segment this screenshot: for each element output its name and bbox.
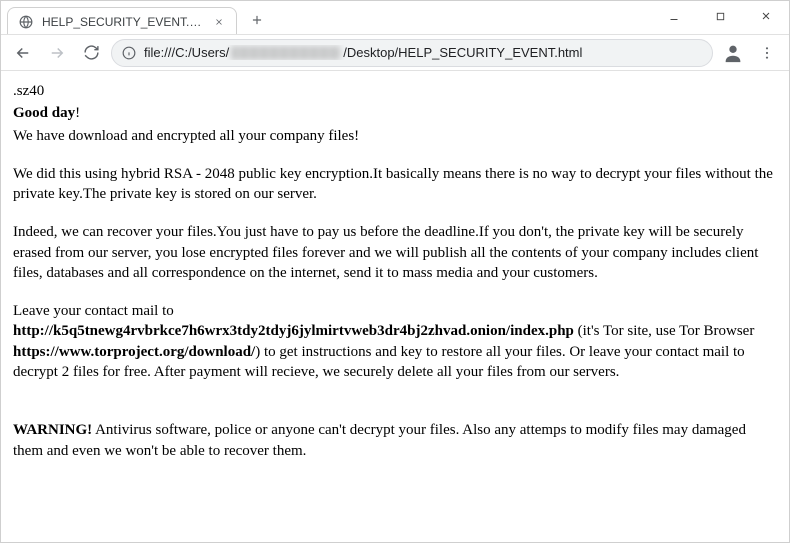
tab-title: HELP_SECURITY_EVENT.html (42, 15, 204, 29)
maximize-button[interactable] (697, 1, 743, 31)
contact-mid1: (it's Tor site, use Tor Browser (574, 323, 754, 339)
kebab-menu-icon[interactable] (753, 39, 781, 67)
greeting-excl: ! (75, 105, 80, 121)
greeting-bold: Good day (13, 105, 75, 121)
warning-paragraph: WARNING! Antivirus software, police or a… (13, 420, 777, 461)
window-controls (651, 1, 789, 34)
contact-lead: Leave your contact mail to (13, 301, 777, 321)
torproject-url: https://www.torproject.org/download/ (13, 344, 255, 360)
minimize-button[interactable] (651, 1, 697, 31)
contact-paragraph: http://k5q5tnewg4rvbrkce7h6wrx3tdy2tdyj6… (13, 321, 777, 382)
url-text: file:///C:/Users/ /Desktop/HELP_SECURITY… (144, 45, 702, 60)
browser-tab[interactable]: HELP_SECURITY_EVENT.html (7, 7, 237, 34)
warning-text: Antivirus software, police or anyone can… (13, 422, 746, 458)
url-suffix: /Desktop/HELP_SECURITY_EVENT.html (343, 45, 582, 60)
ext-line: .sz40 (13, 81, 777, 101)
info-icon[interactable] (122, 46, 136, 60)
browser-toolbar: file:///C:/Users/ /Desktop/HELP_SECURITY… (1, 35, 789, 71)
address-bar[interactable]: file:///C:/Users/ /Desktop/HELP_SECURITY… (111, 39, 713, 67)
close-tab-icon[interactable] (212, 15, 226, 29)
page-content: .sz40 Good day! We have download and enc… (1, 71, 789, 544)
rsa-paragraph: We did this using hybrid RSA - 2048 publ… (13, 164, 777, 205)
encrypted-line: We have download and encrypted all your … (13, 126, 777, 146)
profile-avatar[interactable] (719, 39, 747, 67)
url-prefix: file:///C:/Users/ (144, 45, 229, 60)
globe-icon (18, 14, 34, 30)
warning-label: WARNING! (13, 422, 92, 438)
window-titlebar: HELP_SECURITY_EVENT.html (1, 1, 789, 35)
new-tab-button[interactable] (243, 6, 271, 34)
close-window-button[interactable] (743, 1, 789, 31)
onion-url: http://k5q5tnewg4rvbrkce7h6wrx3tdy2tdyj6… (13, 323, 574, 339)
forward-button[interactable] (43, 39, 71, 67)
url-redacted (231, 46, 341, 60)
reload-button[interactable] (77, 39, 105, 67)
tabstrip: HELP_SECURITY_EVENT.html (1, 1, 271, 34)
back-button[interactable] (9, 39, 37, 67)
recover-paragraph: Indeed, we can recover your files.You ju… (13, 222, 777, 283)
greeting-line: Good day! (13, 103, 777, 123)
